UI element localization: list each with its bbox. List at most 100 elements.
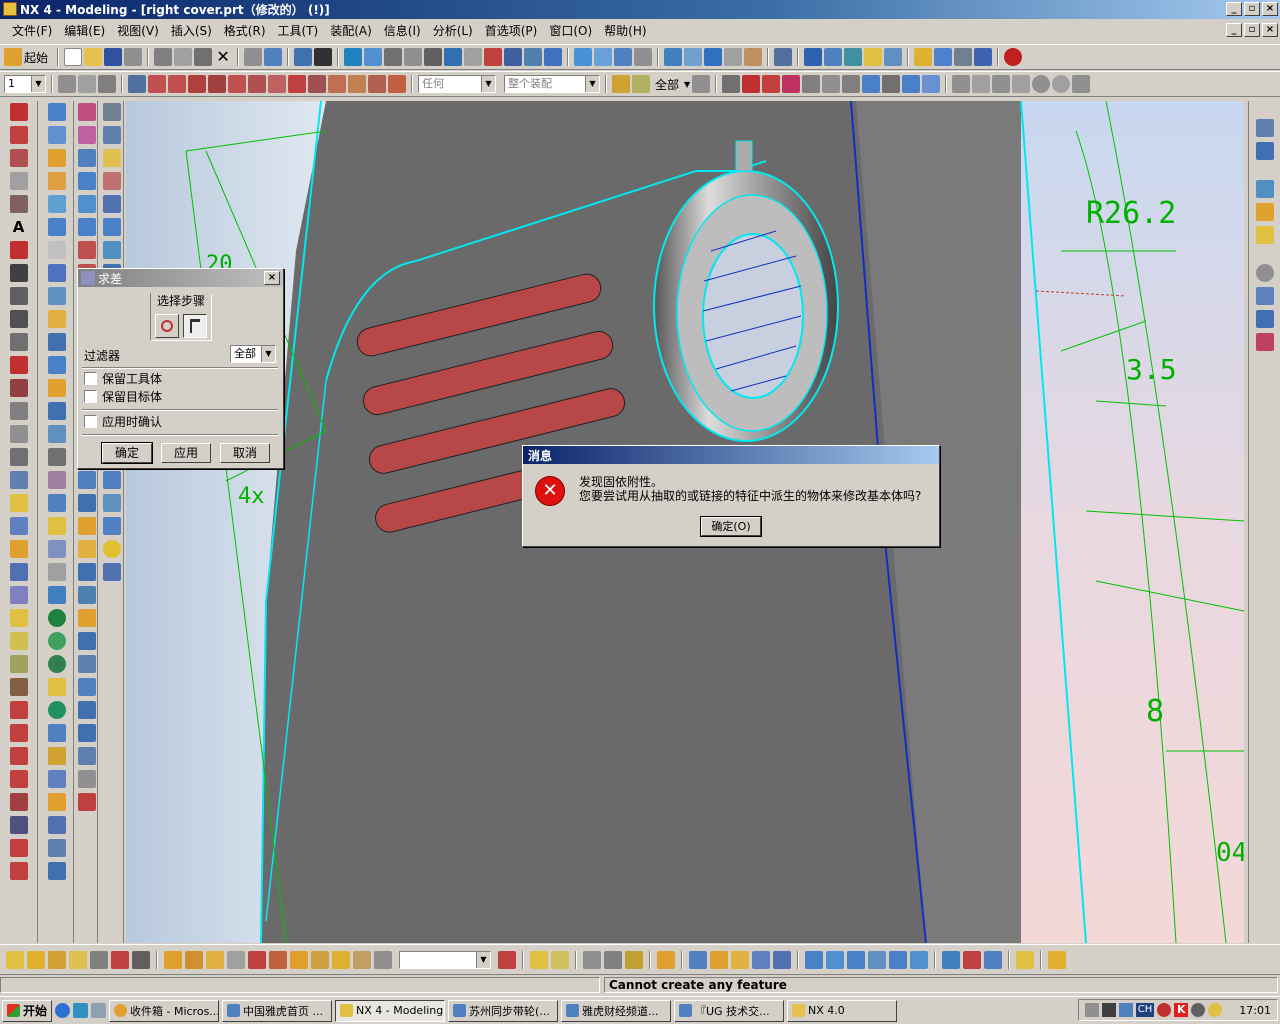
edit-curve-icon[interactable] bbox=[9, 586, 28, 604]
scale-body-icon[interactable] bbox=[47, 655, 66, 673]
wrap-curve-icon[interactable] bbox=[9, 517, 28, 535]
edit-position-icon[interactable] bbox=[102, 494, 121, 512]
feature-body-icon[interactable] bbox=[902, 75, 921, 93]
extract-icon[interactable] bbox=[47, 839, 66, 857]
camera-icon[interactable] bbox=[524, 48, 543, 66]
task-ug-forum[interactable]: 『UG 技术交... bbox=[674, 999, 784, 1022]
assembly-save-icon[interactable] bbox=[551, 950, 569, 969]
text-tool-icon[interactable]: A bbox=[10, 218, 28, 236]
menu-tools[interactable]: 工具(T) bbox=[274, 22, 327, 39]
constraint-icon[interactable] bbox=[9, 862, 28, 880]
thicken-icon[interactable] bbox=[77, 563, 96, 581]
revolve-icon[interactable] bbox=[47, 126, 66, 144]
network-icon[interactable] bbox=[1101, 1003, 1116, 1017]
reposition-icon[interactable] bbox=[657, 950, 675, 969]
select-icon[interactable] bbox=[294, 48, 313, 66]
groove-icon[interactable] bbox=[47, 402, 66, 420]
bridge-curve-icon[interactable] bbox=[9, 402, 28, 420]
foreign-icon[interactable] bbox=[77, 586, 96, 604]
point-cloud-icon[interactable] bbox=[77, 149, 96, 167]
task-yahoo-finance[interactable]: 雅虎财经频道... bbox=[561, 999, 671, 1022]
gear-red-icon[interactable] bbox=[1004, 48, 1023, 66]
fillet-surface-icon[interactable] bbox=[77, 494, 96, 512]
helix-icon[interactable] bbox=[9, 333, 28, 351]
flatten-icon[interactable] bbox=[868, 950, 886, 969]
trimmed-sheet-icon[interactable] bbox=[77, 471, 96, 489]
wrap-geometry-icon[interactable] bbox=[47, 816, 66, 834]
fillet-curve-icon[interactable] bbox=[9, 701, 28, 719]
boss-icon[interactable] bbox=[47, 310, 66, 328]
extend-icon[interactable] bbox=[9, 770, 28, 788]
pocket-icon[interactable] bbox=[47, 333, 66, 351]
pan-icon[interactable] bbox=[424, 48, 443, 66]
print-icon[interactable] bbox=[124, 48, 143, 66]
hole-icon[interactable] bbox=[47, 287, 66, 305]
split-curve-icon[interactable] bbox=[9, 563, 28, 581]
line-icon[interactable] bbox=[952, 75, 971, 93]
task-yahoo-home[interactable]: 中国雅虎首页 ... bbox=[222, 999, 332, 1022]
instance-icon[interactable] bbox=[47, 724, 66, 742]
plane-icon[interactable] bbox=[102, 195, 121, 213]
plus-icon[interactable] bbox=[1072, 75, 1091, 93]
monitor-icon[interactable] bbox=[1118, 1003, 1133, 1017]
point-set-icon[interactable] bbox=[102, 172, 121, 190]
menu-edit[interactable]: 编辑(E) bbox=[60, 22, 113, 39]
clock-icon[interactable] bbox=[1255, 264, 1274, 282]
extract-curve-icon[interactable] bbox=[9, 494, 28, 512]
move-layer-icon[interactable] bbox=[704, 48, 723, 66]
component-new-icon[interactable] bbox=[604, 950, 622, 969]
doc-restore-button[interactable]: ▫ bbox=[1244, 23, 1260, 37]
component-mate-icon[interactable] bbox=[625, 950, 643, 969]
line-tool-icon[interactable] bbox=[9, 103, 28, 121]
tool-body-step-button[interactable] bbox=[183, 314, 207, 338]
pad-icon[interactable] bbox=[47, 356, 66, 374]
sketch-project-icon[interactable] bbox=[332, 950, 350, 969]
drawing-icon[interactable] bbox=[954, 48, 973, 66]
delete-icon[interactable]: ✕ bbox=[214, 48, 232, 66]
grid-icon[interactable] bbox=[498, 950, 516, 969]
object-display-icon[interactable] bbox=[774, 48, 793, 66]
navigator-icon[interactable] bbox=[102, 563, 121, 581]
snap-curve-icon[interactable] bbox=[368, 75, 386, 93]
menu-window[interactable]: 窗口(O) bbox=[545, 22, 600, 39]
link-icon[interactable] bbox=[773, 950, 791, 969]
circle-tool-icon[interactable] bbox=[9, 149, 28, 167]
task-nx-modeling[interactable]: NX 4 - Modeling... bbox=[335, 999, 445, 1022]
task-nx40-folder[interactable]: NX 4.0 bbox=[787, 999, 897, 1022]
trim-sheet-icon[interactable] bbox=[102, 241, 121, 259]
snap-tangent-icon[interactable] bbox=[308, 75, 326, 93]
part-nav-icon[interactable] bbox=[1255, 142, 1274, 160]
snap-point-icon[interactable] bbox=[128, 75, 146, 93]
edge-blend-icon[interactable] bbox=[47, 517, 66, 535]
curve-icon[interactable] bbox=[992, 75, 1011, 93]
chain-icon[interactable] bbox=[822, 75, 841, 93]
quick-trim-icon[interactable] bbox=[9, 747, 28, 765]
undo-icon[interactable] bbox=[244, 48, 263, 66]
layer-visible-icon[interactable] bbox=[78, 75, 96, 93]
curve-mesh-icon[interactable] bbox=[77, 218, 96, 236]
blank-icon[interactable] bbox=[844, 48, 863, 66]
wcs-display-icon[interactable] bbox=[90, 950, 108, 969]
trim-curve-icon[interactable] bbox=[9, 540, 28, 558]
edit-expression-icon[interactable] bbox=[102, 517, 121, 535]
chamfer-curve-icon[interactable] bbox=[9, 241, 28, 259]
sketch-line-icon[interactable] bbox=[206, 950, 224, 969]
filter-select[interactable]: 全部 ▼ bbox=[230, 345, 276, 363]
slot-icon[interactable] bbox=[47, 379, 66, 397]
snap-face-icon[interactable] bbox=[268, 75, 286, 93]
sketch-extend-icon[interactable] bbox=[374, 950, 392, 969]
task-suzhou[interactable]: 苏州同步带轮(... bbox=[448, 999, 558, 1022]
menu-assembly[interactable]: 装配(A) bbox=[326, 22, 380, 39]
sketch-mirror-icon[interactable] bbox=[311, 950, 329, 969]
volume-icon[interactable] bbox=[1084, 1003, 1099, 1017]
project-curve-icon[interactable] bbox=[9, 425, 28, 443]
arc-tool-icon[interactable] bbox=[9, 126, 28, 144]
view-icon[interactable] bbox=[464, 48, 483, 66]
shaded-icon[interactable] bbox=[544, 48, 563, 66]
cylinder-icon[interactable] bbox=[47, 218, 66, 236]
minimize-button[interactable]: _ bbox=[1226, 2, 1242, 16]
sketch-point-icon[interactable] bbox=[185, 950, 203, 969]
bounded-plane-icon[interactable] bbox=[77, 540, 96, 558]
snap-grid-icon[interactable] bbox=[388, 75, 406, 93]
intersect-icon[interactable] bbox=[47, 494, 66, 512]
